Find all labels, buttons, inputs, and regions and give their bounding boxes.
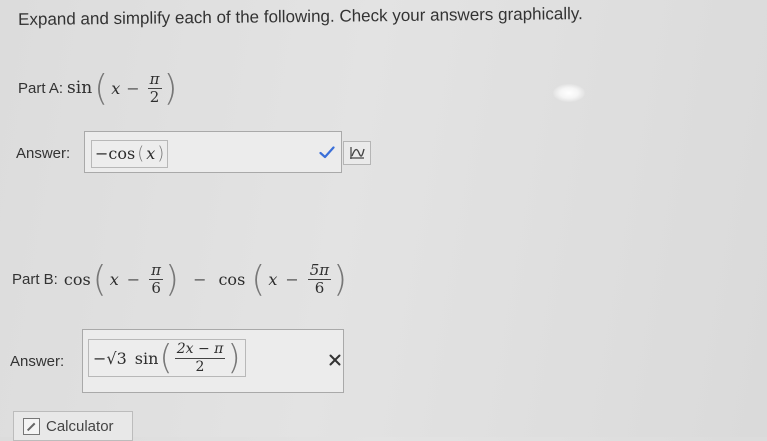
part-b-open-paren-1: ( <box>92 258 107 300</box>
part-b-var-2: x <box>268 269 278 289</box>
part-b-var-1: x <box>109 269 119 289</box>
part-b-answer-field[interactable]: −√3 sin ( 2x − π 2 ) <box>82 329 344 393</box>
part-b-minus-2: − <box>193 269 207 289</box>
graph-button[interactable] <box>343 141 371 165</box>
part-b-open-paren-2: ( <box>251 258 266 300</box>
part-b-fraction-2: 5π 6 <box>307 260 332 297</box>
part-a-answer-field[interactable]: −cos(x) <box>84 131 342 173</box>
part-a-answer-content: −cos(x) <box>91 140 169 168</box>
part-b-close-paren-2: ) <box>333 258 348 300</box>
calculator-label: Calculator <box>46 417 114 435</box>
part-a-var: x <box>111 78 121 98</box>
part-a-label: Part A: <box>18 79 64 97</box>
part-b-answer-content: −√3 sin ( 2x − π 2 ) <box>88 338 246 378</box>
part-b-answer-math: −√3 sin ( 2x − π 2 ) <box>88 338 246 378</box>
calculator-icon <box>23 417 40 435</box>
cross-icon <box>327 352 343 368</box>
part-b-answer-label: Answer: <box>10 353 65 370</box>
part-b-fraction-1: π 6 <box>149 260 164 297</box>
part-a-close-paren: ) <box>163 67 178 109</box>
part-b-minus-3: − <box>285 269 299 289</box>
graph-icon <box>347 144 367 162</box>
part-b-close-paren-1: ) <box>165 258 180 300</box>
instructions-text: Expand and simplify each of the followin… <box>18 4 583 29</box>
part-a-minus: − <box>126 78 140 98</box>
part-b-fn-2: cos <box>218 269 246 289</box>
part-a-expression: Part A: sin ( x − π 2 ) <box>18 60 178 116</box>
part-b-label: Part B: <box>12 270 58 288</box>
screen-glare <box>553 84 585 102</box>
checkmark-icon <box>317 143 337 161</box>
part-b-minus-1: − <box>126 269 141 289</box>
part-a-fn: sin <box>67 78 93 98</box>
part-a-answer-math: −cos(x) <box>91 140 169 168</box>
part-a-open-paren: ( <box>94 67 109 109</box>
part-a-fraction: π 2 <box>147 69 162 106</box>
part-b-expression: Part B: cos ( x − π 6 ) − cos ( x − 5π 6… <box>12 247 347 311</box>
part-a-answer-label: Answer: <box>16 145 71 162</box>
part-b-fn-1: cos <box>63 269 91 289</box>
